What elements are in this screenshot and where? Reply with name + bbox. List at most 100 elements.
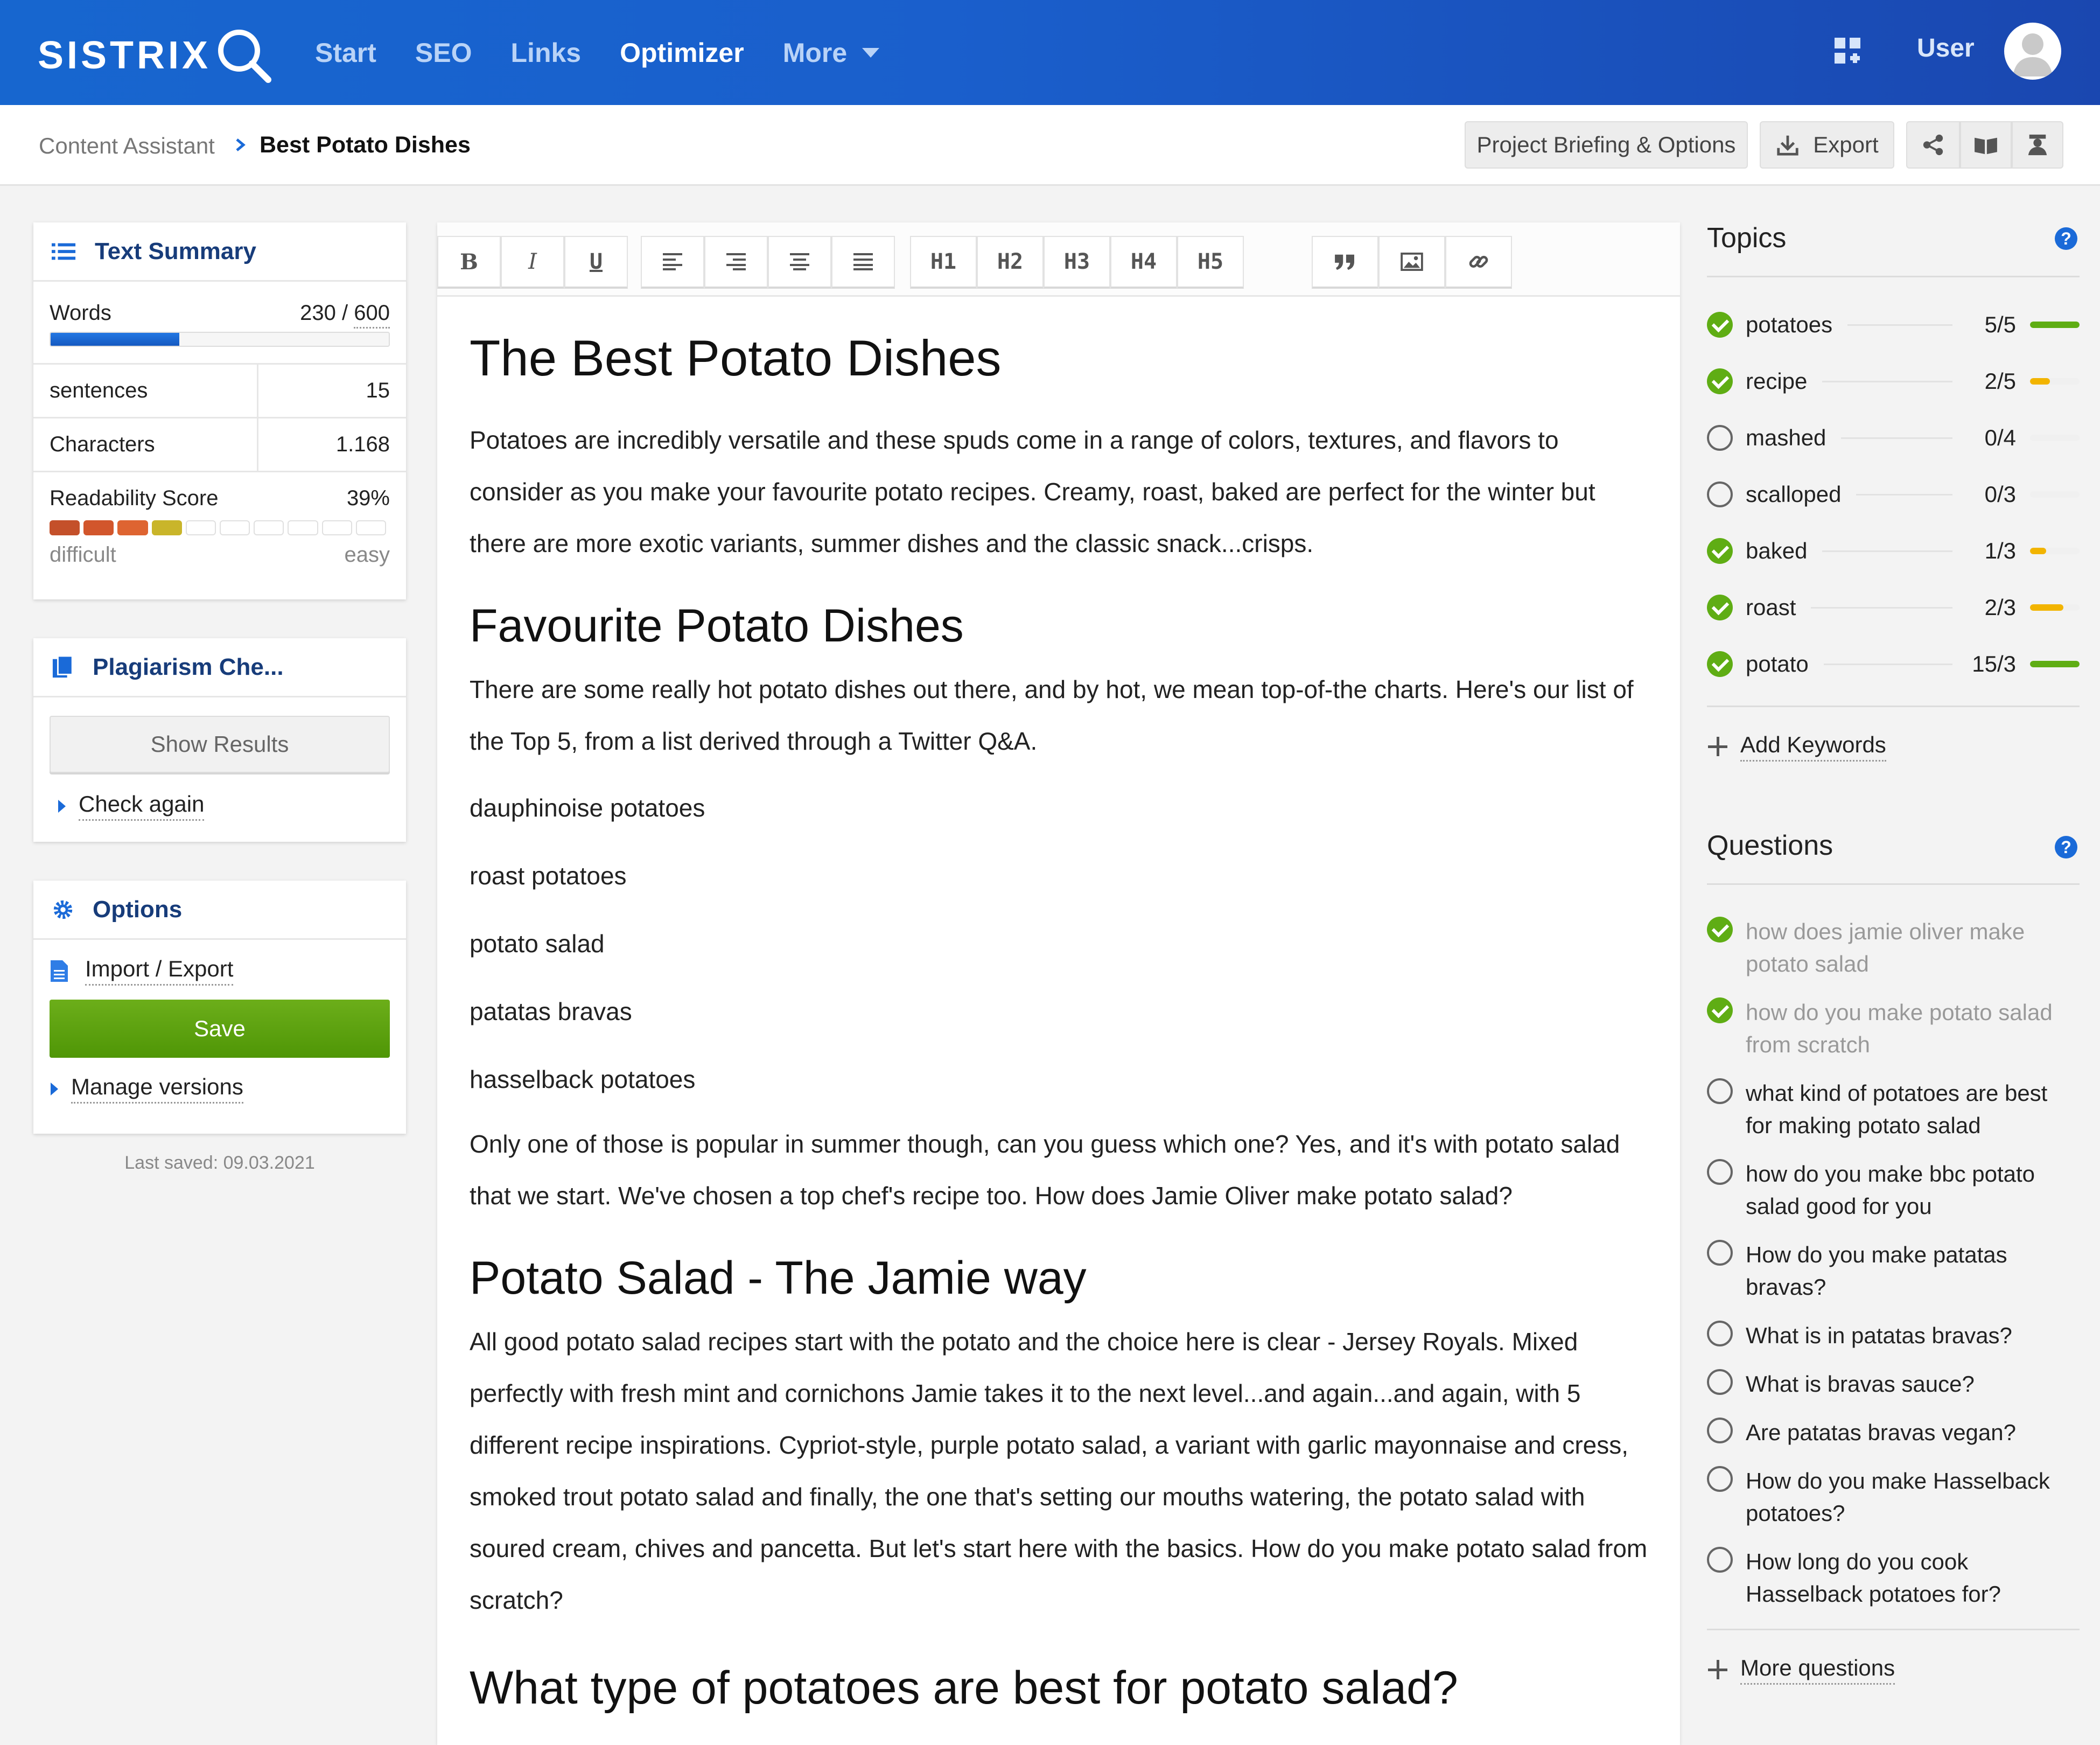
difficult-label: difficult: [50, 543, 116, 567]
questions-divider: [1707, 883, 2080, 885]
topic-progress-bar: [2030, 548, 2080, 554]
import-export-label: Import / Export: [85, 956, 234, 986]
book-open-icon: [1975, 137, 1997, 155]
image-button[interactable]: [1378, 236, 1445, 289]
readability-scale: difficult easy: [33, 543, 406, 567]
nav-more[interactable]: More: [783, 37, 880, 68]
project-briefing-button[interactable]: Project Briefing & Options: [1465, 121, 1748, 169]
document-heading-2: Potato Salad - The Jamie way: [470, 1252, 1087, 1304]
check-again-link[interactable]: Check again: [58, 791, 406, 821]
heading1-button[interactable]: H1: [910, 236, 977, 289]
characters-row: Characters 1.168: [33, 417, 406, 471]
question-item[interactable]: how do you make bbc potato salad good fo…: [1707, 1158, 2073, 1223]
nav-start[interactable]: Start: [315, 37, 376, 68]
more-questions-link[interactable]: More questions: [1707, 1653, 2080, 1686]
manage-versions-link[interactable]: Manage versions: [51, 1074, 406, 1104]
topic-row[interactable]: potatoes 5/5: [1707, 309, 2080, 341]
align-justify-icon: [853, 253, 873, 270]
text-summary-card: Text Summary Words 230 / 600 sentences 1…: [33, 222, 406, 599]
topic-name: potato: [1746, 651, 1809, 676]
heading2-button[interactable]: H2: [977, 236, 1044, 289]
topic-row[interactable]: baked 1/3: [1707, 535, 2080, 567]
add-keywords-link[interactable]: Add Keywords: [1707, 730, 2080, 763]
topic-count: 0/3: [1984, 481, 2016, 507]
questions-help-icon[interactable]: ?: [2055, 836, 2077, 858]
topic-name: baked: [1746, 538, 1808, 563]
question-text: how do you make potato salad from scratc…: [1746, 1000, 2053, 1057]
last-saved-text: Last saved: 09.03.2021: [124, 1153, 315, 1173]
heading3-button[interactable]: H3: [1044, 236, 1110, 289]
question-item[interactable]: how does jamie oliver make potato salad: [1707, 916, 2073, 980]
list-item: patatas bravas: [470, 997, 632, 1025]
readability-section: Readability Score 39% difficult easy: [33, 471, 406, 567]
heading5-button[interactable]: H5: [1177, 236, 1244, 289]
bold-button[interactable]: B: [437, 236, 501, 289]
questions-title: Questions: [1707, 830, 1833, 861]
question-item[interactable]: what kind of potatoes are best for makin…: [1707, 1077, 2073, 1142]
question-item[interactable]: How long do you cook Hasselback potatoes…: [1707, 1546, 2073, 1610]
main-nav: Start SEO Links Optimizer More: [315, 0, 918, 105]
question-item[interactable]: What is bravas sauce?: [1707, 1368, 2073, 1400]
topic-name: potatoes: [1746, 312, 1833, 337]
topic-leader-line: [1841, 437, 1952, 439]
heading4-button[interactable]: H4: [1110, 236, 1177, 289]
options-header[interactable]: Options: [33, 881, 406, 940]
add-keywords-label: Add Keywords: [1740, 732, 1886, 762]
show-results-button[interactable]: Show Results: [50, 716, 390, 773]
check-again-label: Check again: [79, 791, 205, 821]
save-button[interactable]: Save: [50, 1000, 390, 1058]
question-item[interactable]: How do you make patatas bravas?: [1707, 1239, 2073, 1303]
user-menu-label[interactable]: User: [1917, 33, 1975, 63]
export-button[interactable]: Export: [1760, 121, 1894, 169]
book-button[interactable]: [1960, 121, 2012, 169]
underline-button[interactable]: U: [564, 236, 628, 289]
heading4-label: H4: [1130, 249, 1157, 274]
list-item: potato salad: [470, 929, 605, 958]
align-left-button[interactable]: [641, 236, 704, 289]
chevron-down-icon: [862, 47, 880, 58]
question-item[interactable]: How do you make Hasselback potatoes?: [1707, 1465, 2073, 1530]
question-item[interactable]: What is in patatas bravas?: [1707, 1320, 2073, 1352]
readability-segment: [321, 520, 352, 535]
topic-row[interactable]: potato 15/3: [1707, 648, 2080, 680]
plus-icon: [1707, 736, 1728, 757]
breadcrumb-root[interactable]: Content Assistant: [39, 133, 215, 159]
bold-label: B: [460, 249, 478, 275]
editor-content[interactable]: The Best Potato Dishes Potatoes are incr…: [437, 297, 1680, 1715]
align-center-button[interactable]: [768, 236, 831, 289]
topic-progress-fill: [2030, 661, 2080, 667]
avatar[interactable]: [2004, 23, 2061, 80]
question-item[interactable]: how do you make potato salad from scratc…: [1707, 996, 2073, 1061]
empty-circle-icon: [1707, 1240, 1733, 1266]
align-justify-button[interactable]: [831, 236, 895, 289]
document-heading-1: The Best Potato Dishes: [470, 330, 1002, 386]
question-item[interactable]: Are patatas bravas vegan?: [1707, 1416, 2073, 1449]
underline-label: U: [589, 249, 603, 274]
italic-label: I: [528, 249, 537, 274]
caret-right-icon: [58, 799, 66, 813]
align-right-button[interactable]: [704, 236, 768, 289]
share-button[interactable]: [1906, 121, 1960, 169]
import-export-link[interactable]: Import / Export: [50, 956, 406, 986]
topic-row[interactable]: mashed 0/4: [1707, 422, 2080, 454]
link-button[interactable]: [1445, 236, 1512, 289]
topics-help-icon[interactable]: ?: [2055, 227, 2077, 250]
support-button[interactable]: [2012, 121, 2063, 169]
nav-links[interactable]: Links: [511, 37, 582, 68]
words-value: 230: [300, 301, 336, 325]
sistrix-logo[interactable]: SISTRIX: [38, 26, 274, 85]
words-target[interactable]: 600: [354, 301, 390, 329]
topic-row[interactable]: scalloped 0/3: [1707, 478, 2080, 511]
plagiarism-header[interactable]: Plagiarism Che...: [33, 638, 406, 697]
check-circle-icon: [1707, 917, 1733, 943]
topic-row[interactable]: roast 2/3: [1707, 591, 2080, 624]
text-summary-header[interactable]: Text Summary: [33, 222, 406, 282]
nav-seo[interactable]: SEO: [415, 37, 472, 68]
link-icon: [1469, 256, 1488, 268]
quote-button[interactable]: [1312, 236, 1378, 289]
topic-row[interactable]: recipe 2/5: [1707, 365, 2080, 397]
italic-button[interactable]: I: [501, 236, 564, 289]
apps-grid-icon[interactable]: [1833, 37, 1861, 65]
heading1-label: H1: [930, 249, 957, 274]
nav-optimizer[interactable]: Optimizer: [620, 37, 744, 68]
